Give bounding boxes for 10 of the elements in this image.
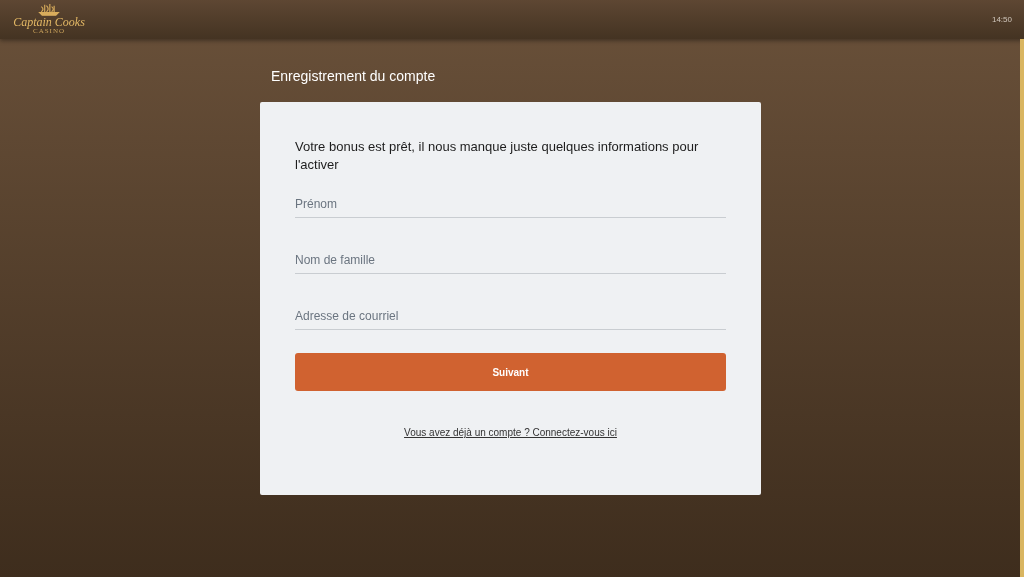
next-button[interactable]: Suivant (295, 353, 726, 391)
ship-icon (37, 4, 61, 16)
page-title: Enregistrement du compte (270, 67, 437, 85)
logo-text: Captain Cooks (13, 16, 85, 28)
input-field[interactable]: Adresse de courriel (295, 302, 726, 330)
input-field[interactable]: Nom de famille (295, 246, 726, 274)
clock: 14:50 (991, 13, 1012, 26)
intro-text: Votre bonus est prêt, il nous manque juste quelques informations pour l'activer (295, 138, 700, 174)
input-field[interactable]: Prénom (295, 190, 726, 218)
login-link[interactable]: Vous avez déjà un compte ? Connectez-vous ici (404, 425, 617, 440)
